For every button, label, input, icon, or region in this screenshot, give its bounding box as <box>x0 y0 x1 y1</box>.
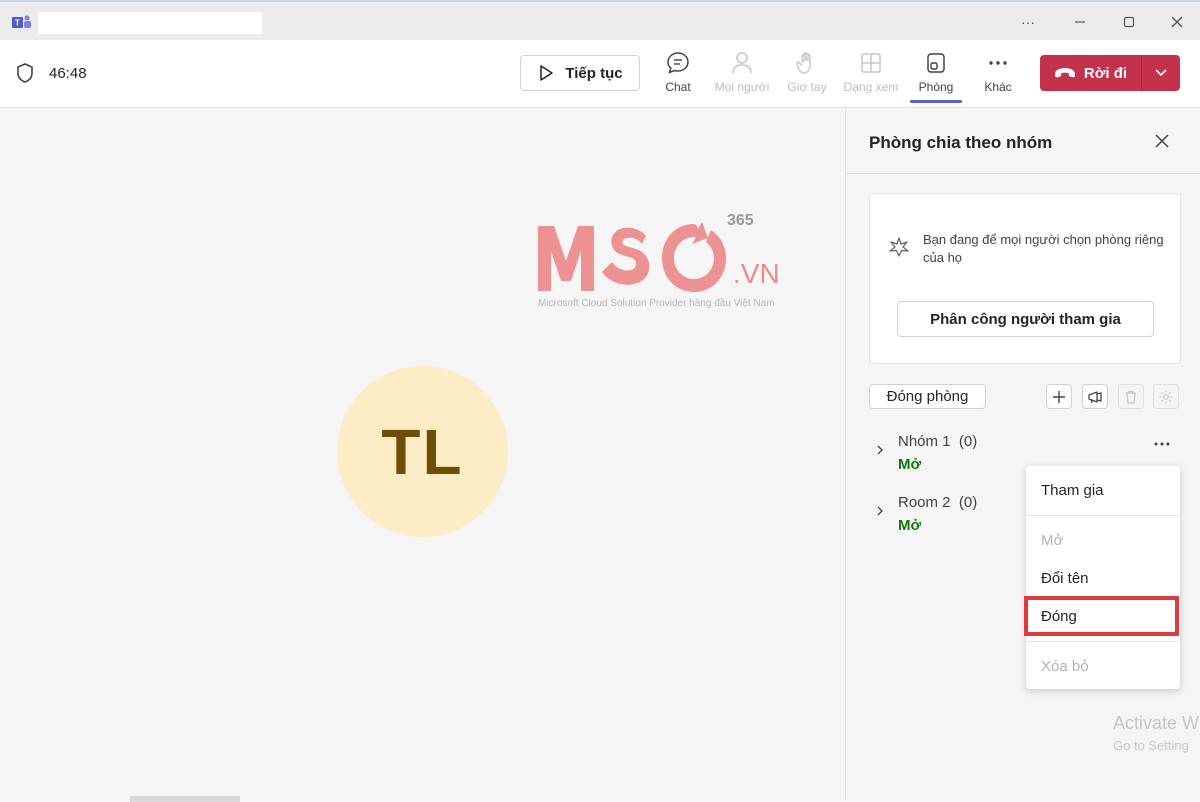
more-options-icon[interactable] <box>1152 437 1172 451</box>
avatar: TL <box>337 366 508 537</box>
toolbar-chat[interactable]: Chat <box>646 50 710 102</box>
megaphone-icon <box>1088 390 1102 403</box>
window-more-button[interactable]: ··· <box>1011 10 1045 34</box>
gear-icon <box>1159 390 1173 403</box>
raise-hand-icon <box>796 52 811 74</box>
watermark-tagline: Microsoft Cloud Solution Provider hàng đ… <box>538 298 775 309</box>
menu-item-rename[interactable]: Đổi tên <box>1026 560 1180 596</box>
toolbar-people: Mọi người <box>710 50 774 102</box>
leave-label: Rời đi <box>1083 64 1128 82</box>
add-room-button[interactable] <box>1046 384 1072 409</box>
minimize-button[interactable] <box>1063 10 1097 34</box>
breakout-rooms-panel: Phòng chia theo nhóm Bạn đang để mọi ngư… <box>845 108 1200 800</box>
room-name: Nhóm 1 (0) <box>898 433 977 450</box>
plus-icon <box>1053 390 1065 403</box>
close-rooms-button[interactable]: Đóng phòng <box>869 384 986 409</box>
menu-item-open: Mở <box>1041 531 1064 549</box>
meeting-stage: 365 .VN Microsoft Cloud Solution Provide… <box>0 108 845 802</box>
room-context-menu: Tham gia Mở Đổi tên Đóng Xóa bỏ <box>1026 466 1180 689</box>
maximize-button[interactable] <box>1112 10 1146 34</box>
meeting-toolbar: 46:48 Tiếp tục Chat Mọi người Giơ tay Dạ… <box>0 40 1200 108</box>
toolbar-view-label: Dạng xem <box>843 80 899 94</box>
menu-item-join[interactable]: Tham gia <box>1026 472 1180 508</box>
sparkle-icon <box>889 237 909 257</box>
highlight-box <box>1024 596 1179 636</box>
hang-up-icon <box>1054 68 1075 78</box>
chevron-down-icon <box>1155 69 1167 77</box>
chevron-right-icon[interactable] <box>875 505 885 517</box>
svg-text:T: T <box>15 19 20 28</box>
toolbar-rooms-label: Phòng <box>918 80 954 94</box>
leave-options-button[interactable] <box>1142 68 1180 78</box>
panel-header: Phòng chia theo nhóm <box>846 108 1200 174</box>
toolbar-raise-hand: Giơ tay <box>775 50 839 102</box>
people-icon <box>732 52 752 74</box>
resume-button[interactable]: Tiếp tục <box>520 55 640 91</box>
chat-icon <box>667 52 689 74</box>
panel-title: Phòng chia theo nhóm <box>869 133 1053 152</box>
window-close-button[interactable] <box>1160 10 1194 34</box>
maximize-icon <box>1123 16 1135 28</box>
view-icon <box>861 53 881 73</box>
toolbar-chat-label: Chat <box>665 80 691 94</box>
toolbar-more-label: Khác <box>984 80 1012 94</box>
assignment-info-text: Bạn đang để mọi người chọn phòng riêng c… <box>923 232 1164 265</box>
activate-windows-title: Activate W <box>1113 713 1200 733</box>
room-status: Mở <box>898 517 922 534</box>
window-title <box>38 12 262 34</box>
shield-icon <box>17 63 33 83</box>
room-name: Room 2 (0) <box>898 494 977 511</box>
minimize-icon <box>1075 21 1085 23</box>
chevron-right-icon[interactable] <box>875 444 885 456</box>
toolbar-rooms[interactable]: Phòng <box>904 50 968 102</box>
toolbar-raise-hand-label: Giơ tay <box>787 80 827 94</box>
room-assignment-card: Bạn đang để mọi người chọn phòng riêng c… <box>869 193 1181 364</box>
room-status: Mở <box>898 456 922 473</box>
toolbar-more[interactable]: Khác <box>966 50 1030 102</box>
play-icon <box>540 65 554 81</box>
menu-divider <box>1026 641 1180 642</box>
toolbar-view: Dạng xem <box>839 50 903 102</box>
toolbar-people-label: Mọi người <box>714 80 770 94</box>
announce-button[interactable] <box>1082 384 1108 409</box>
room-name-text: Nhóm 1 <box>898 433 951 450</box>
trash-icon <box>1126 390 1136 404</box>
room-settings-button <box>1153 384 1179 409</box>
delete-room-button <box>1118 384 1144 409</box>
window-more-label: ··· <box>1021 14 1035 30</box>
menu-item-delete: Xóa bỏ <box>1041 657 1089 675</box>
watermark-suffix: .VN <box>733 258 780 289</box>
cropped-text-fragment <box>130 796 240 802</box>
active-tab-indicator <box>910 100 962 103</box>
rooms-icon <box>927 53 945 73</box>
watermark-superscript: 365 <box>727 212 754 229</box>
teams-logo-icon: T <box>12 15 31 28</box>
leave-button[interactable]: Rời đi <box>1040 55 1180 91</box>
room-name-text: Room 2 <box>898 494 951 511</box>
resume-label: Tiếp tục <box>565 64 623 82</box>
close-icon[interactable] <box>1153 132 1171 150</box>
menu-divider <box>1026 515 1180 516</box>
activate-windows-subtitle: Go to Setting <box>1113 738 1189 753</box>
more-icon <box>989 61 1007 65</box>
close-icon <box>1171 16 1183 28</box>
leave-main-button[interactable]: Rời đi <box>1040 55 1142 91</box>
room-count: (0) <box>958 433 978 450</box>
title-bar: T ··· <box>0 0 1200 40</box>
meeting-timer: 46:48 <box>49 65 87 82</box>
room-count: (0) <box>958 494 978 511</box>
assign-participants-button[interactable]: Phân công người tham gia <box>897 301 1154 337</box>
